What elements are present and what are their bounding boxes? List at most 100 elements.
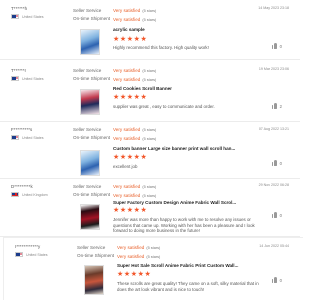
seller-service-value: Very satisfied [113, 184, 141, 189]
reviewer-name: I************y [15, 244, 41, 249]
rating-stars: ★ ★ ★ ★ ★ [113, 36, 147, 43]
thumbs-up-icon [271, 43, 278, 49]
star-icon: ★ [119, 94, 127, 101]
star-icon: ★ [133, 94, 140, 101]
reviewer: T******h United States [11, 6, 44, 19]
reviewer: D*********k United Kingdom [11, 184, 48, 197]
on-time-shipment-label: On-time Shipment [73, 134, 111, 140]
reviewer-name: T******h [11, 6, 28, 11]
seller-service-label: Seller Service [77, 245, 106, 250]
like-count: 0 [279, 212, 282, 218]
helpful-button[interactable]: 0 [271, 212, 282, 218]
review-item: D*********k United Kingdom Seller Servic… [0, 179, 300, 237]
shipment-stars: (5 stars) [146, 254, 161, 259]
rating-stars: ★ ★ ★ ★ ★ [117, 271, 151, 278]
product-thumbnail[interactable] [80, 204, 100, 230]
product-title[interactable]: Super Factory Custom Design Anime Fabric… [113, 200, 236, 205]
product-thumbnail[interactable] [80, 150, 100, 176]
shipment-stars: (5 stars) [142, 136, 157, 141]
star-icon: ★ [133, 36, 140, 43]
star-icon: ★ [137, 271, 144, 278]
review-date: 07 Aug 2022 13:21 [258, 127, 289, 131]
thumbs-up-icon [271, 160, 278, 166]
star-icon: ★ [140, 154, 147, 161]
shipment-stars: (5 stars) [142, 77, 157, 82]
reviewer-name: D*********k [11, 184, 33, 189]
country-label: United States [26, 252, 48, 257]
like-count: 2 [279, 103, 282, 109]
rating-labels: Seller Service On-time Shipment [73, 183, 110, 198]
thumbs-up-icon [271, 212, 278, 218]
product-thumbnail[interactable] [80, 89, 100, 115]
product-title[interactable]: acrylic sample [113, 27, 145, 32]
star-icon: ★ [117, 271, 124, 278]
shipment-stars: (5 stars) [142, 17, 157, 22]
shipment-stars: (5 stars) [142, 193, 157, 198]
star-icon: ★ [113, 154, 120, 161]
seller-service-label: Seller Service [73, 184, 102, 189]
product-title[interactable]: Red Cookies Scroll Banner [113, 86, 172, 91]
seller-service-stars: (5 stars) [146, 246, 161, 250]
reviewer-country: United States [11, 135, 44, 140]
seller-service-stars: (5 stars) [142, 185, 157, 189]
star-icon: ★ [140, 207, 147, 214]
product-thumbnail[interactable] [80, 29, 100, 55]
helpful-button[interactable]: 2 [271, 103, 282, 109]
reviewer-country: United Kingdom [11, 192, 48, 197]
helpful-button[interactable]: 0 [271, 277, 282, 283]
seller-service-value: Very satisfied [117, 245, 145, 250]
star-icon: ★ [144, 271, 151, 278]
us-flag-icon [11, 135, 19, 140]
star-icon: ★ [113, 207, 120, 214]
review-date: 14 Jun 2022 05:44 [259, 244, 289, 248]
product-thumbnail[interactable] [84, 265, 104, 295]
review-date: 19 Mar 2023 23:06 [258, 67, 289, 71]
review-comment: Highly recommend this factory. High qual… [113, 45, 209, 50]
like-count: 0 [279, 43, 282, 49]
reviewer: F*********s United States [11, 127, 44, 140]
star-icon: ★ [119, 154, 127, 161]
country-label: United Kingdom [22, 192, 48, 197]
us-flag-icon [15, 252, 23, 257]
on-time-shipment-label: On-time Shipment [73, 15, 111, 21]
star-icon: ★ [119, 207, 127, 214]
review-item: T******r United States Seller Service On… [0, 60, 300, 122]
reviewer-name: F*********s [11, 127, 33, 132]
seller-service-stars: (5 stars) [142, 69, 157, 73]
star-icon: ★ [126, 207, 134, 214]
review-item: T******h United States Seller Service On… [0, 0, 300, 60]
rating-stars: ★ ★ ★ ★ ★ [113, 207, 147, 214]
seller-service-stars: (5 stars) [142, 128, 157, 132]
country-label: United States [22, 76, 44, 81]
product-title[interactable]: Custom banner Large size banner print wa… [113, 146, 235, 151]
star-icon: ★ [133, 207, 140, 214]
star-icon: ★ [126, 36, 134, 43]
uk-flag-icon [11, 192, 19, 197]
rating-values: Very satisfied (5 stars) Very satisfied (5… [113, 183, 156, 200]
rating-labels: Seller Service On-time Shipment [73, 7, 110, 22]
seller-service-label: Seller Service [73, 68, 102, 73]
thumbs-up-icon [271, 103, 278, 109]
rating-values: Very satisfied (5 stars) Very satisfied (5… [117, 244, 160, 261]
reviewer: T******r United States [11, 68, 44, 81]
helpful-button[interactable]: 0 [271, 160, 282, 166]
rating-stars: ★ ★ ★ ★ ★ [113, 94, 147, 101]
on-time-shipment-label: On-time Shipment [73, 75, 111, 81]
like-count: 0 [279, 277, 282, 283]
seller-service-value: Very satisfied [113, 68, 141, 73]
seller-service-value: Very satisfied [113, 8, 141, 13]
reviewer-name: T******r [11, 68, 27, 73]
helpful-button[interactable]: 0 [271, 43, 282, 49]
star-icon: ★ [140, 36, 147, 43]
star-icon: ★ [113, 94, 120, 101]
seller-service-label: Seller Service [73, 8, 102, 13]
reviewer: I************y United States [15, 244, 48, 257]
review-comment: These scrolls are great quality! They ca… [117, 281, 259, 292]
rating-values: Very satisfied (5 stars) Very satisfied (5… [113, 126, 156, 143]
us-flag-icon [11, 14, 19, 19]
us-flag-icon [11, 76, 19, 81]
product-title[interactable]: Super Hot Sale Scroll Anime Fabric Print… [117, 263, 238, 268]
country-label: United States [22, 14, 44, 19]
review-comment: Jennifer was more than happy to work wit… [113, 217, 255, 234]
star-icon: ★ [133, 154, 140, 161]
